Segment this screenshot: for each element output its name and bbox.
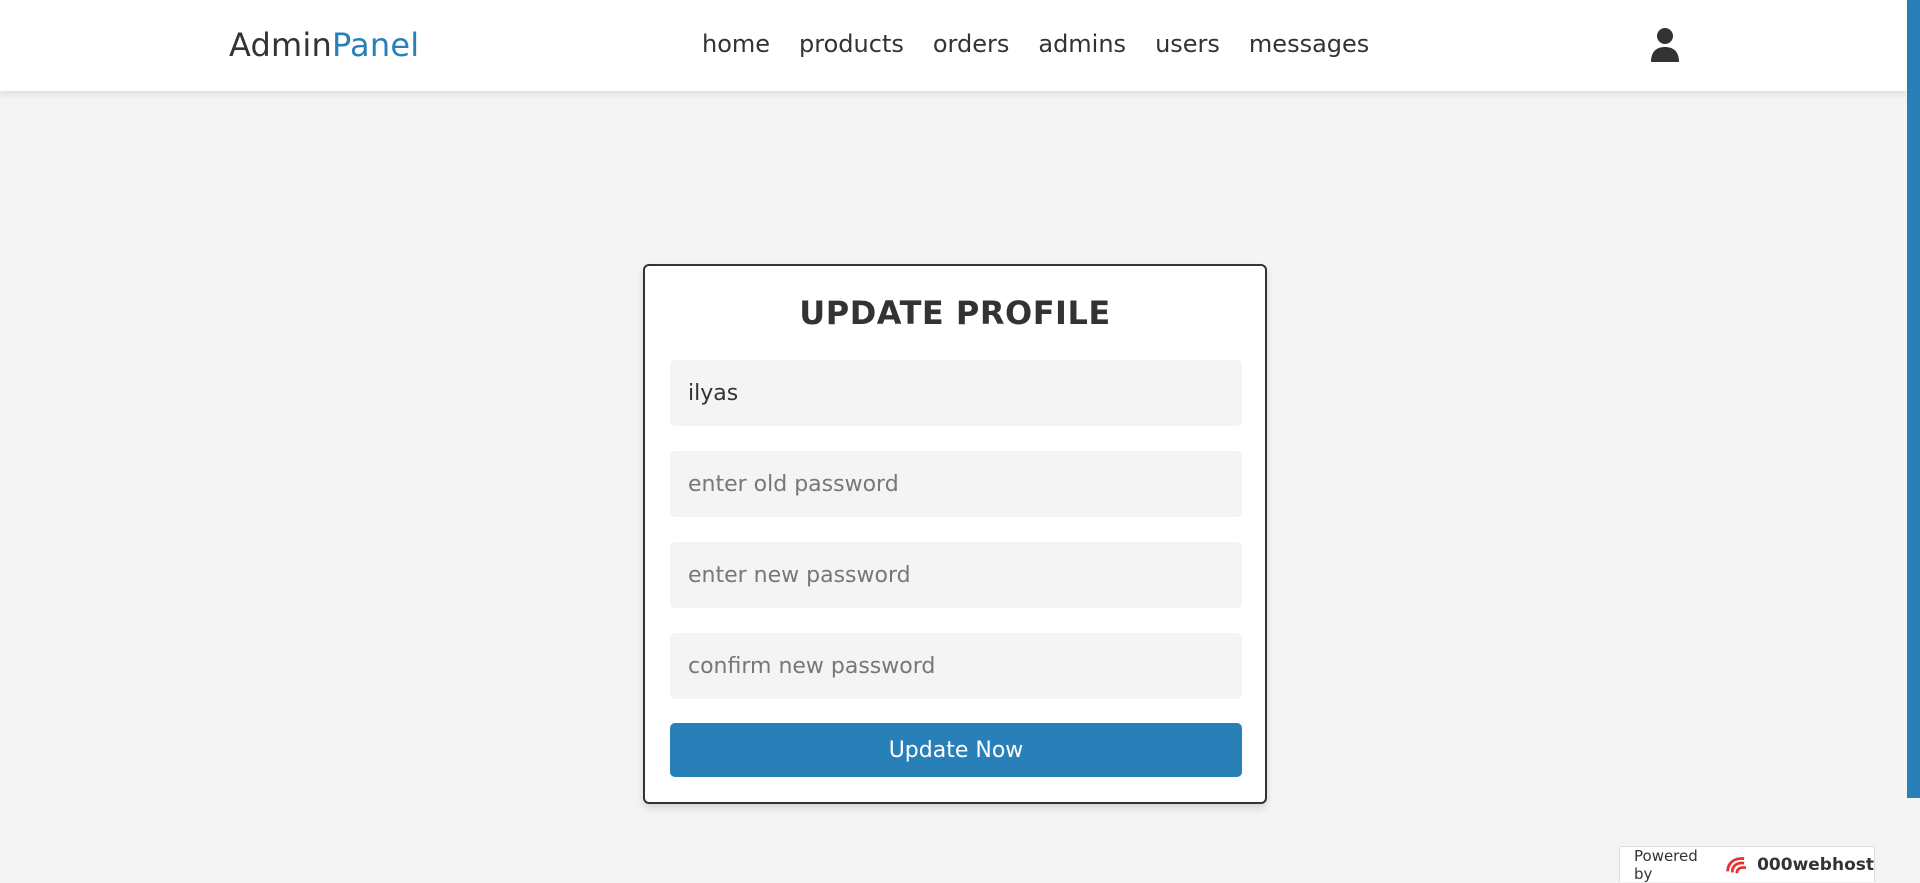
logo[interactable]: AdminPanel <box>229 26 419 64</box>
old-password-field[interactable] <box>670 451 1242 517</box>
logo-panel: Panel <box>331 26 420 64</box>
nav-home[interactable]: home <box>702 30 770 58</box>
scrollbar[interactable] <box>1907 0 1920 798</box>
main-nav: home products orders admins users messag… <box>702 30 1398 58</box>
update-profile-form: UPDATE PROFILE Update Now <box>643 264 1267 804</box>
header: AdminPanel home products orders admins u… <box>0 0 1907 91</box>
nav-users[interactable]: users <box>1155 30 1220 58</box>
nav-products[interactable]: products <box>799 30 904 58</box>
update-now-button[interactable]: Update Now <box>670 723 1242 777</box>
nav-admins[interactable]: admins <box>1038 30 1126 58</box>
name-field[interactable] <box>670 360 1242 426</box>
new-password-field[interactable] <box>670 542 1242 608</box>
logo-admin: Admin <box>229 26 332 64</box>
confirm-password-field[interactable] <box>670 633 1242 699</box>
user-icon[interactable] <box>1648 27 1682 63</box>
powered-by-badge[interactable]: Powered by 000webhost <box>1619 846 1875 883</box>
nav-messages[interactable]: messages <box>1249 30 1369 58</box>
powered-brand: 000webhost <box>1757 854 1874 875</box>
nav-orders[interactable]: orders <box>933 30 1010 58</box>
webhost-logo-icon <box>1725 856 1746 873</box>
form-title: UPDATE PROFILE <box>799 294 1111 332</box>
powered-label: Powered by <box>1634 846 1698 883</box>
